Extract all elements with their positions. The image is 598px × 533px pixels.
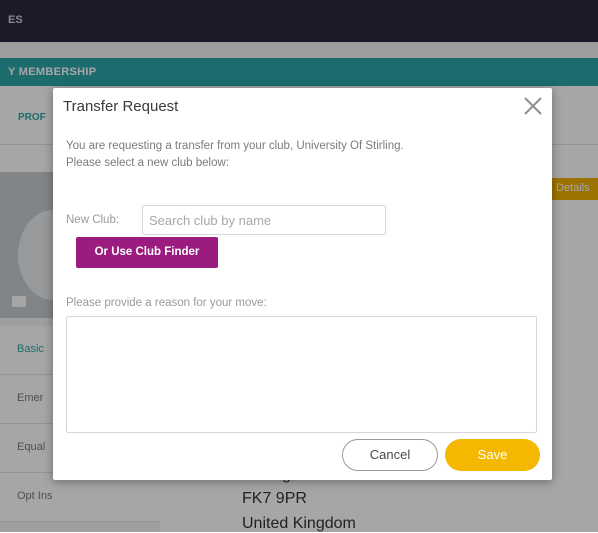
- club-finder-button[interactable]: Or Use Club Finder: [76, 237, 218, 268]
- cancel-button[interactable]: Cancel: [342, 439, 438, 471]
- close-icon: [524, 97, 542, 115]
- message-line: You are requesting a transfer from your …: [66, 140, 404, 152]
- new-club-label: New Club:: [66, 214, 120, 226]
- close-button[interactable]: [521, 94, 545, 118]
- club-search-input[interactable]: [142, 205, 386, 235]
- reason-textarea[interactable]: [66, 316, 537, 433]
- dialog-title: Transfer Request: [63, 98, 179, 115]
- save-button[interactable]: Save: [445, 439, 540, 471]
- message-line: Please select a new club below:: [66, 157, 230, 169]
- reason-label: Please provide a reason for your move:: [66, 297, 267, 309]
- transfer-message: You are requesting a transfer from your …: [66, 138, 526, 172]
- transfer-request-dialog: Transfer Request You are requesting a tr…: [53, 88, 552, 480]
